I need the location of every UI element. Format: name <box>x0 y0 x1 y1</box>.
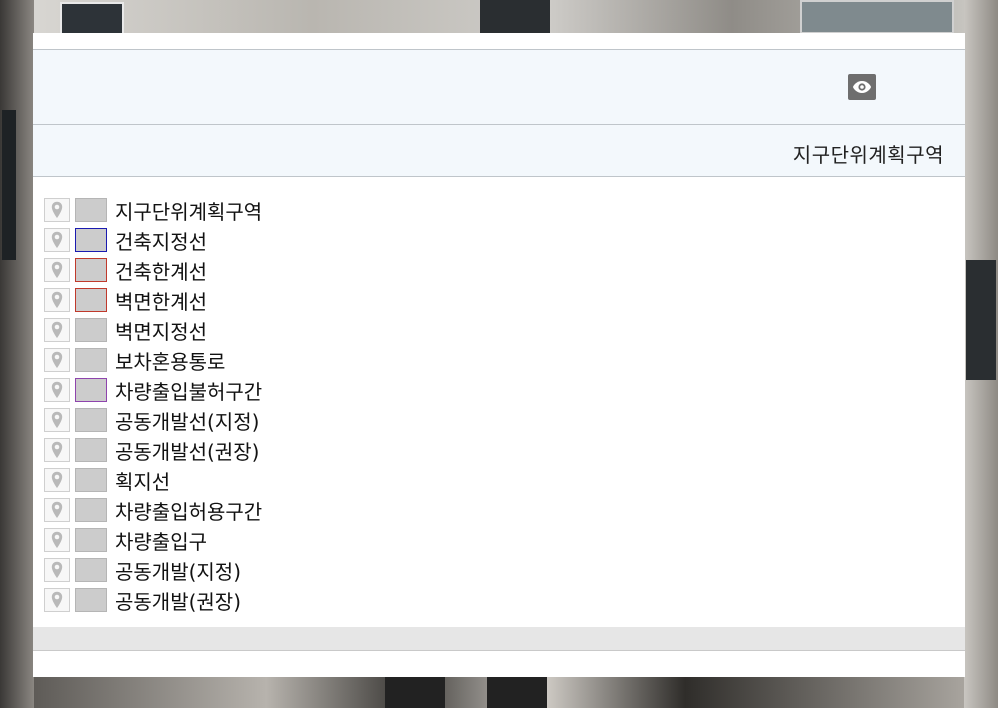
layer-color-swatch <box>75 318 107 342</box>
locate-layer-button[interactable] <box>44 318 70 342</box>
map-pin-icon <box>51 261 63 278</box>
layer-color-swatch <box>75 558 107 582</box>
legend-item: 공동개발선(권장) <box>44 435 965 465</box>
locate-layer-button[interactable] <box>44 588 70 612</box>
map-pin-icon <box>51 291 63 308</box>
map-pin-icon <box>51 321 63 338</box>
layer-color-swatch <box>75 378 107 402</box>
locate-layer-button[interactable] <box>44 288 70 312</box>
map-pin-icon <box>51 381 63 398</box>
map-pin-icon <box>51 411 63 428</box>
legend-item: 보차혼용통로 <box>44 345 965 375</box>
legend-item: 공동개발선(지정) <box>44 405 965 435</box>
legend-item-label: 획지선 <box>115 469 171 494</box>
locate-layer-button[interactable] <box>44 258 70 282</box>
locate-layer-button[interactable] <box>44 408 70 432</box>
locate-layer-button[interactable] <box>44 378 70 402</box>
layer-color-swatch <box>75 198 107 222</box>
map-pin-icon <box>51 351 63 368</box>
map-pin-icon <box>51 231 63 248</box>
locate-layer-button[interactable] <box>44 348 70 372</box>
layer-color-swatch <box>75 528 107 552</box>
legend-item: 벽면한계선 <box>44 285 965 315</box>
map-pin-icon <box>51 561 63 578</box>
legend-item-label: 공동개발(권장) <box>115 589 242 614</box>
map-pin-icon <box>51 201 63 218</box>
layer-color-swatch <box>75 348 107 372</box>
layer-color-swatch <box>75 468 107 492</box>
legend-item-label: 차량출입구 <box>115 529 207 554</box>
layer-color-swatch <box>75 408 107 432</box>
legend-item-label: 차량출입불허구간 <box>115 379 263 404</box>
legend-item-label: 공동개발선(지정) <box>115 409 260 434</box>
legend-item: 지구단위계획구역 <box>44 195 965 225</box>
legend-item-label: 벽면한계선 <box>115 289 207 314</box>
legend-item: 차량출입허용구간 <box>44 495 965 525</box>
locate-layer-button[interactable] <box>44 468 70 492</box>
legend-item: 차량출입불허구간 <box>44 375 965 405</box>
map-pin-icon <box>51 501 63 518</box>
legend-item: 건축지정선 <box>44 225 965 255</box>
panel-header: 지구단위계획구역 <box>33 125 965 177</box>
panel-top-spacer <box>33 33 965 50</box>
legend-item: 차량출입구 <box>44 525 965 555</box>
locate-layer-button[interactable] <box>44 498 70 522</box>
toggle-visibility-button[interactable] <box>848 74 876 100</box>
legend-list: 지구단위계획구역건축지정선건축한계선벽면한계선벽면지정선보차혼용통로차량출입불허… <box>33 177 965 627</box>
legend-item-label: 건축지정선 <box>115 229 207 254</box>
locate-layer-button[interactable] <box>44 198 70 222</box>
locate-layer-button[interactable] <box>44 438 70 462</box>
layer-color-swatch <box>75 228 107 252</box>
legend-item-label: 건축한계선 <box>115 259 207 284</box>
layer-color-swatch <box>75 438 107 462</box>
legend-item: 획지선 <box>44 465 965 495</box>
legend-item-label: 차량출입허용구간 <box>115 499 263 524</box>
legend-item-label: 지구단위계획구역 <box>115 199 263 224</box>
legend-item: 공동개발(지정) <box>44 555 965 585</box>
panel-title: 지구단위계획구역 <box>792 143 944 167</box>
legend-item: 벽면지정선 <box>44 315 965 345</box>
legend-item-label: 공동개발(지정) <box>115 559 242 584</box>
map-pin-icon <box>51 441 63 458</box>
panel-bottom-spacer <box>33 651 965 677</box>
layer-color-swatch <box>75 588 107 612</box>
layer-color-swatch <box>75 258 107 282</box>
legend-item-label: 공동개발선(권장) <box>115 439 260 464</box>
legend-item-label: 보차혼용통로 <box>115 349 226 374</box>
locate-layer-button[interactable] <box>44 228 70 252</box>
map-pin-icon <box>51 471 63 488</box>
map-pin-icon <box>51 591 63 608</box>
map-pin-icon <box>51 531 63 548</box>
legend-item: 건축한계선 <box>44 255 965 285</box>
locate-layer-button[interactable] <box>44 558 70 582</box>
legend-item-label: 벽면지정선 <box>115 319 207 344</box>
locate-layer-button[interactable] <box>44 528 70 552</box>
legend-item: 공동개발(권장) <box>44 585 965 615</box>
eye-icon <box>853 81 871 93</box>
panel-toolbar <box>33 50 965 125</box>
layer-color-swatch <box>75 498 107 522</box>
panel-footer <box>33 627 965 651</box>
legend-panel: 지구단위계획구역 지구단위계획구역건축지정선건축한계선벽면한계선벽면지정선보차혼… <box>33 33 965 677</box>
layer-color-swatch <box>75 288 107 312</box>
